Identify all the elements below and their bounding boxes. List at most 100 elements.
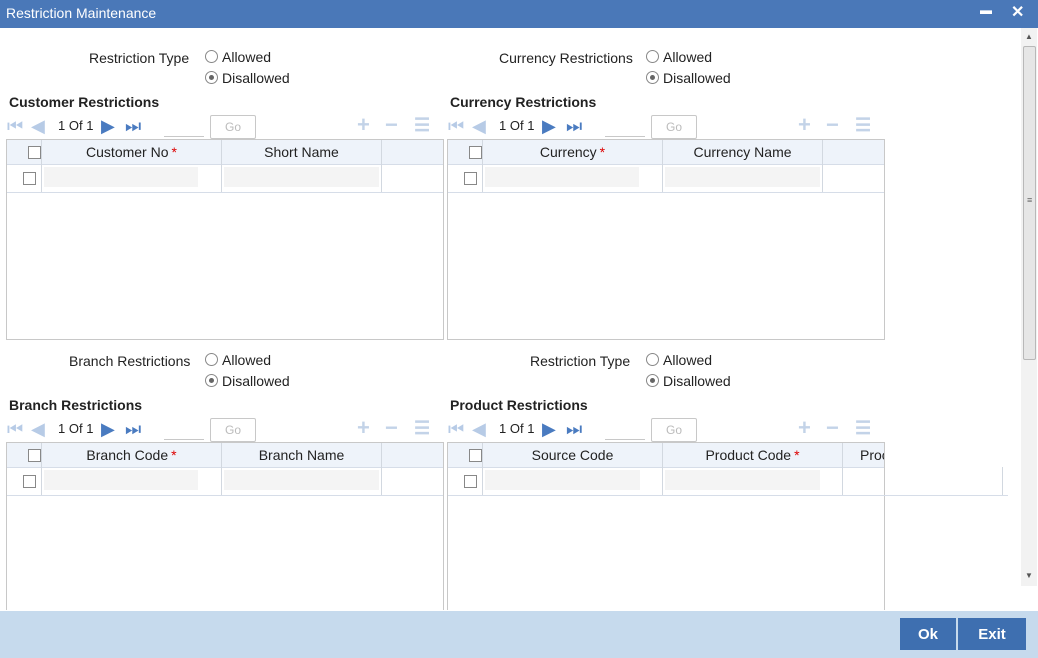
customer-restrictions-grid: Customer No * Short Name xyxy=(6,139,444,340)
short-name-input[interactable] xyxy=(224,167,379,187)
row-checkbox[interactable] xyxy=(23,475,36,488)
column-currency[interactable]: Currency * xyxy=(483,140,663,164)
page-indicator: 1 Of 1 xyxy=(499,421,535,436)
row-checkbox[interactable] xyxy=(464,172,477,185)
column-currency-name[interactable]: Currency Name xyxy=(663,140,823,164)
go-button[interactable]: Go xyxy=(651,115,697,139)
prev-page-icon[interactable]: ◀ xyxy=(472,420,486,438)
scrollbar-thumb[interactable]: ≡ xyxy=(1023,46,1036,360)
radio-circle xyxy=(646,353,659,366)
grid-header: Source Code Product Code* Proc xyxy=(448,443,884,468)
branch-restrictions-allowed-radio[interactable]: Allowed xyxy=(205,352,271,368)
footer-bar: Ok Exit xyxy=(0,611,1038,658)
row-checkbox[interactable] xyxy=(464,475,477,488)
delete-row-icon[interactable]: − xyxy=(385,417,398,439)
view-list-icon[interactable]: ☰ xyxy=(855,417,871,439)
column-product-desc[interactable]: Proc xyxy=(843,443,884,467)
radio-circle-selected xyxy=(646,71,659,84)
branch-code-input[interactable] xyxy=(44,470,198,490)
delete-row-icon[interactable]: − xyxy=(385,114,398,136)
branch-restrictions-disallowed-radio[interactable]: Disallowed xyxy=(205,373,290,389)
form-content: Restriction Type Allowed Disallowed Curr… xyxy=(1,28,1021,610)
source-code-input[interactable] xyxy=(485,470,640,490)
add-row-icon[interactable]: + xyxy=(798,417,811,439)
delete-row-icon[interactable]: − xyxy=(826,417,839,439)
go-button[interactable]: Go xyxy=(651,418,697,442)
branch-restrictions-label: Branch Restrictions xyxy=(69,353,191,369)
exit-button[interactable]: Exit xyxy=(958,618,1026,650)
column-short-name[interactable]: Short Name xyxy=(222,140,382,164)
currency-name-input[interactable] xyxy=(665,167,820,187)
last-page-icon[interactable]: ⏭ xyxy=(566,420,582,438)
go-button[interactable]: Go xyxy=(210,418,256,442)
row-checkbox[interactable] xyxy=(23,172,36,185)
first-page-icon[interactable]: ⏮ xyxy=(448,420,464,438)
prev-page-icon[interactable]: ◀ xyxy=(31,420,45,438)
currency-restrictions-disallowed-radio[interactable]: Disallowed xyxy=(646,70,731,86)
page-number-input[interactable] xyxy=(164,419,204,440)
first-page-icon[interactable]: ⏮ xyxy=(7,117,23,135)
view-list-icon[interactable]: ☰ xyxy=(414,114,430,136)
currency-restrictions-allowed-radio[interactable]: Allowed xyxy=(646,49,712,65)
scroll-up-icon[interactable]: ▲ xyxy=(1025,32,1033,41)
branch-grid-toolbar: ⏮ ◀ 1 Of 1 ▶ ⏭ Go + − ☰ xyxy=(7,417,443,442)
table-row xyxy=(7,164,443,193)
last-page-icon[interactable]: ⏭ xyxy=(566,117,582,135)
delete-row-icon[interactable]: − xyxy=(826,114,839,136)
minimize-icon[interactable]: ▬ xyxy=(980,3,992,17)
next-page-icon[interactable]: ▶ xyxy=(101,117,115,135)
view-list-icon[interactable]: ☰ xyxy=(414,417,430,439)
add-row-icon[interactable]: + xyxy=(798,114,811,136)
next-page-icon[interactable]: ▶ xyxy=(101,420,115,438)
restriction-type-disallowed-radio[interactable]: Disallowed xyxy=(205,70,290,86)
go-button[interactable]: Go xyxy=(210,115,256,139)
restriction-type-allowed-radio[interactable]: Allowed xyxy=(205,49,271,65)
product-restrictions-title: Product Restrictions xyxy=(450,397,588,413)
product-restriction-disallowed-radio[interactable]: Disallowed xyxy=(646,373,731,389)
select-all-checkbox[interactable] xyxy=(28,449,41,462)
prev-page-icon[interactable]: ◀ xyxy=(31,117,45,135)
page-number-input[interactable] xyxy=(605,116,645,137)
grid-header: Currency * Currency Name xyxy=(448,140,884,165)
first-page-icon[interactable]: ⏮ xyxy=(448,117,464,135)
grid-header: Branch Code * Branch Name xyxy=(7,443,443,468)
view-list-icon[interactable]: ☰ xyxy=(855,114,871,136)
customer-no-input[interactable] xyxy=(44,167,198,187)
column-branch-code[interactable]: Branch Code * xyxy=(42,443,222,467)
customer-restrictions-title: Customer Restrictions xyxy=(9,94,160,110)
product-code-input[interactable] xyxy=(665,470,820,490)
radio-circle xyxy=(646,50,659,63)
column-customer-no[interactable]: Customer No * xyxy=(42,140,222,164)
close-icon[interactable]: ✕ xyxy=(1011,2,1024,22)
vertical-scrollbar[interactable]: ▲ ≡ ▼ xyxy=(1021,28,1037,586)
column-branch-name[interactable]: Branch Name xyxy=(222,443,382,467)
window-title: Restriction Maintenance xyxy=(6,5,157,21)
add-row-icon[interactable]: + xyxy=(357,114,370,136)
scroll-down-icon[interactable]: ▼ xyxy=(1025,571,1033,580)
column-source-code[interactable]: Source Code xyxy=(483,443,663,467)
grid-header: Customer No * Short Name xyxy=(7,140,443,165)
branch-name-input[interactable] xyxy=(224,470,379,490)
first-page-icon[interactable]: ⏮ xyxy=(7,420,23,438)
select-all-checkbox[interactable] xyxy=(469,449,482,462)
select-all-checkbox[interactable] xyxy=(469,146,482,159)
currency-restrictions-label: Currency Restrictions xyxy=(499,50,633,66)
currency-input[interactable] xyxy=(485,167,639,187)
add-row-icon[interactable]: + xyxy=(357,417,370,439)
table-row xyxy=(448,467,1008,496)
last-page-icon[interactable]: ⏭ xyxy=(125,420,141,438)
page-number-input[interactable] xyxy=(164,116,204,137)
prev-page-icon[interactable]: ◀ xyxy=(472,117,486,135)
ok-button[interactable]: Ok xyxy=(900,618,956,650)
radio-circle xyxy=(205,353,218,366)
last-page-icon[interactable]: ⏭ xyxy=(125,117,141,135)
page-number-input[interactable] xyxy=(605,419,645,440)
product-restriction-allowed-radio[interactable]: Allowed xyxy=(646,352,712,368)
page-indicator: 1 Of 1 xyxy=(58,421,94,436)
branch-restrictions-grid: Branch Code * Branch Name xyxy=(6,442,444,610)
currency-restrictions-title: Currency Restrictions xyxy=(450,94,597,110)
column-product-code[interactable]: Product Code * xyxy=(663,443,843,467)
next-page-icon[interactable]: ▶ xyxy=(542,420,556,438)
select-all-checkbox[interactable] xyxy=(28,146,41,159)
next-page-icon[interactable]: ▶ xyxy=(542,117,556,135)
